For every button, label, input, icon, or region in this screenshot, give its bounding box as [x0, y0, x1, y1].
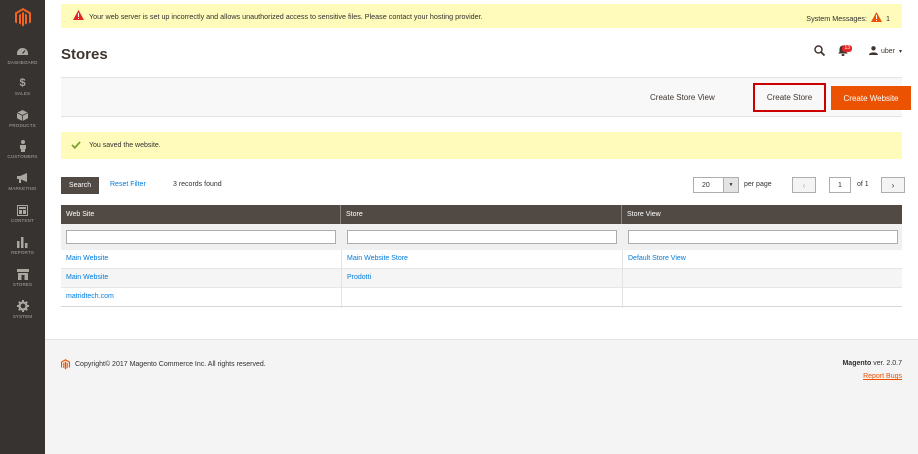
cell-store-view-link[interactable]: Default Store View — [628, 255, 686, 262]
layout-icon — [16, 204, 30, 216]
cell-web-site-link[interactable]: matridtech.com — [66, 293, 114, 300]
cell-web-site-link[interactable]: Main Website — [66, 255, 108, 262]
sidebar-item-sales[interactable]: $ SALES — [0, 77, 45, 107]
gear-icon — [16, 300, 30, 312]
chevron-down-icon[interactable]: ▾ — [899, 48, 902, 55]
main-content: Your web server is set up incorrectly an… — [45, 0, 918, 454]
grid-toolbar: Search Reset Filter 3 records found 20 ▼… — [61, 177, 905, 194]
checkmark-icon — [71, 141, 81, 151]
version-text: ver. 2.0.7 — [871, 360, 902, 367]
magento-logo-icon — [61, 359, 70, 372]
column-header-store-view[interactable]: Store View — [622, 205, 902, 224]
filter-store-input[interactable] — [347, 230, 617, 244]
sidebar-item-marketing[interactable]: MARKETING — [0, 172, 45, 202]
grid-filter-row — [61, 224, 902, 250]
column-header-store[interactable]: Store — [341, 205, 622, 224]
sidebar-item-content[interactable]: CONTENT — [0, 204, 45, 234]
sidebar-item-reports[interactable]: REPORTS — [0, 236, 45, 266]
system-messages-link[interactable]: System Messages: 1 — [806, 12, 890, 24]
sidebar-item-dashboard[interactable]: DASHBOARD — [0, 46, 45, 76]
system-messages-count: 1 — [886, 13, 890, 23]
warning-icon — [73, 10, 84, 22]
sidebar-item-label: STORES — [12, 282, 33, 287]
success-message: You saved the website. — [61, 132, 902, 159]
page-actions-bar: Create Store View Create Store Create We… — [61, 77, 911, 117]
records-count: 3 records found — [173, 181, 222, 188]
chevron-left-icon: ‹ — [802, 180, 806, 190]
magento-logo-icon[interactable] — [0, 0, 45, 34]
system-message-text: Your web server is set up incorrectly an… — [89, 12, 483, 21]
table-row: matridtech.com — [61, 288, 902, 307]
table-row: Main Website Prodotti — [61, 269, 902, 288]
create-store-label: Create Store — [766, 93, 813, 102]
sidebar-item-system[interactable]: SYSTEM — [0, 300, 45, 330]
system-message-bar: Your web server is set up incorrectly an… — [61, 4, 902, 28]
user-account-name[interactable]: uber — [881, 48, 895, 55]
sidebar-item-label: DASHBOARD — [7, 60, 38, 65]
cell-web-site-link[interactable]: Main Website — [66, 274, 108, 281]
dashboard-icon — [16, 46, 30, 58]
sidebar-item-label: CUSTOMERS — [7, 154, 38, 159]
bar-chart-icon — [16, 236, 30, 248]
search-icon[interactable] — [814, 45, 826, 58]
page-footer: Copyright© 2017 Magento Commerce Inc. Al… — [45, 339, 918, 454]
per-page-value: 20 — [702, 182, 710, 189]
sidebar-item-label: MARKETING — [8, 186, 37, 191]
caret-down-icon[interactable]: ▼ — [723, 178, 738, 192]
megaphone-icon — [16, 172, 30, 184]
copyright-text: Copyright© 2017 Magento Commerce Inc. Al… — [75, 361, 266, 368]
sidebar-item-label: SALES — [14, 91, 31, 96]
sidebar-item-label: PRODUCTS — [9, 123, 36, 128]
sidebar-item-stores[interactable]: STORES — [0, 268, 45, 298]
cell-store-link[interactable]: Main Website Store — [347, 255, 408, 262]
warning-icon — [871, 12, 882, 24]
sidebar-item-products[interactable]: PRODUCTS — [0, 109, 45, 139]
version-info: Magento ver. 2.0.7 — [842, 360, 902, 367]
system-messages-label: System Messages: — [806, 13, 867, 23]
search-button[interactable]: Search — [61, 177, 99, 194]
create-website-button[interactable]: Create Website — [831, 86, 911, 110]
create-store-view-button[interactable]: Create Store View — [650, 93, 715, 102]
admin-sidebar: DASHBOARD $ SALES PRODUCTS CUSTOMERS MAR… — [0, 0, 45, 454]
next-page-button[interactable]: › — [881, 177, 905, 193]
page-title: Stores — [61, 46, 108, 63]
filter-web-site-input[interactable] — [66, 230, 336, 244]
storefront-icon — [16, 268, 30, 280]
dollar-icon: $ — [19, 77, 26, 89]
chevron-right-icon: › — [891, 180, 895, 190]
create-store-button[interactable]: Create Store — [753, 83, 826, 112]
cell-store-link[interactable]: Prodotti — [347, 274, 371, 281]
success-message-text: You saved the website. — [89, 142, 161, 149]
column-divider — [341, 250, 342, 308]
sidebar-item-label: SYSTEM — [12, 314, 33, 319]
reset-filter-link[interactable]: Reset Filter — [110, 181, 146, 188]
sidebar-item-label: REPORTS — [11, 250, 34, 255]
sidebar-item-label: CONTENT — [11, 218, 34, 223]
previous-page-button[interactable]: ‹ — [792, 177, 816, 193]
grid-header: Web Site Store Store View — [61, 205, 902, 224]
brand-name: Magento — [842, 360, 872, 367]
page-total: of 1 — [857, 181, 869, 188]
column-divider — [622, 250, 623, 308]
per-page-label: per page — [744, 181, 772, 188]
page-number-input[interactable]: 1 — [829, 177, 851, 193]
person-icon — [16, 140, 30, 152]
user-icon[interactable] — [869, 46, 878, 57]
notifications-badge: 13 — [842, 45, 852, 52]
column-header-web-site[interactable]: Web Site — [61, 205, 341, 224]
report-bugs-link[interactable]: Report Bugs — [863, 373, 902, 380]
sidebar-item-customers[interactable]: CUSTOMERS — [0, 140, 45, 170]
per-page-select[interactable]: 20 ▼ — [693, 177, 739, 193]
cube-icon — [16, 109, 30, 121]
table-row: Main Website Main Website Store Default … — [61, 250, 902, 269]
filter-store-view-input[interactable] — [628, 230, 898, 244]
